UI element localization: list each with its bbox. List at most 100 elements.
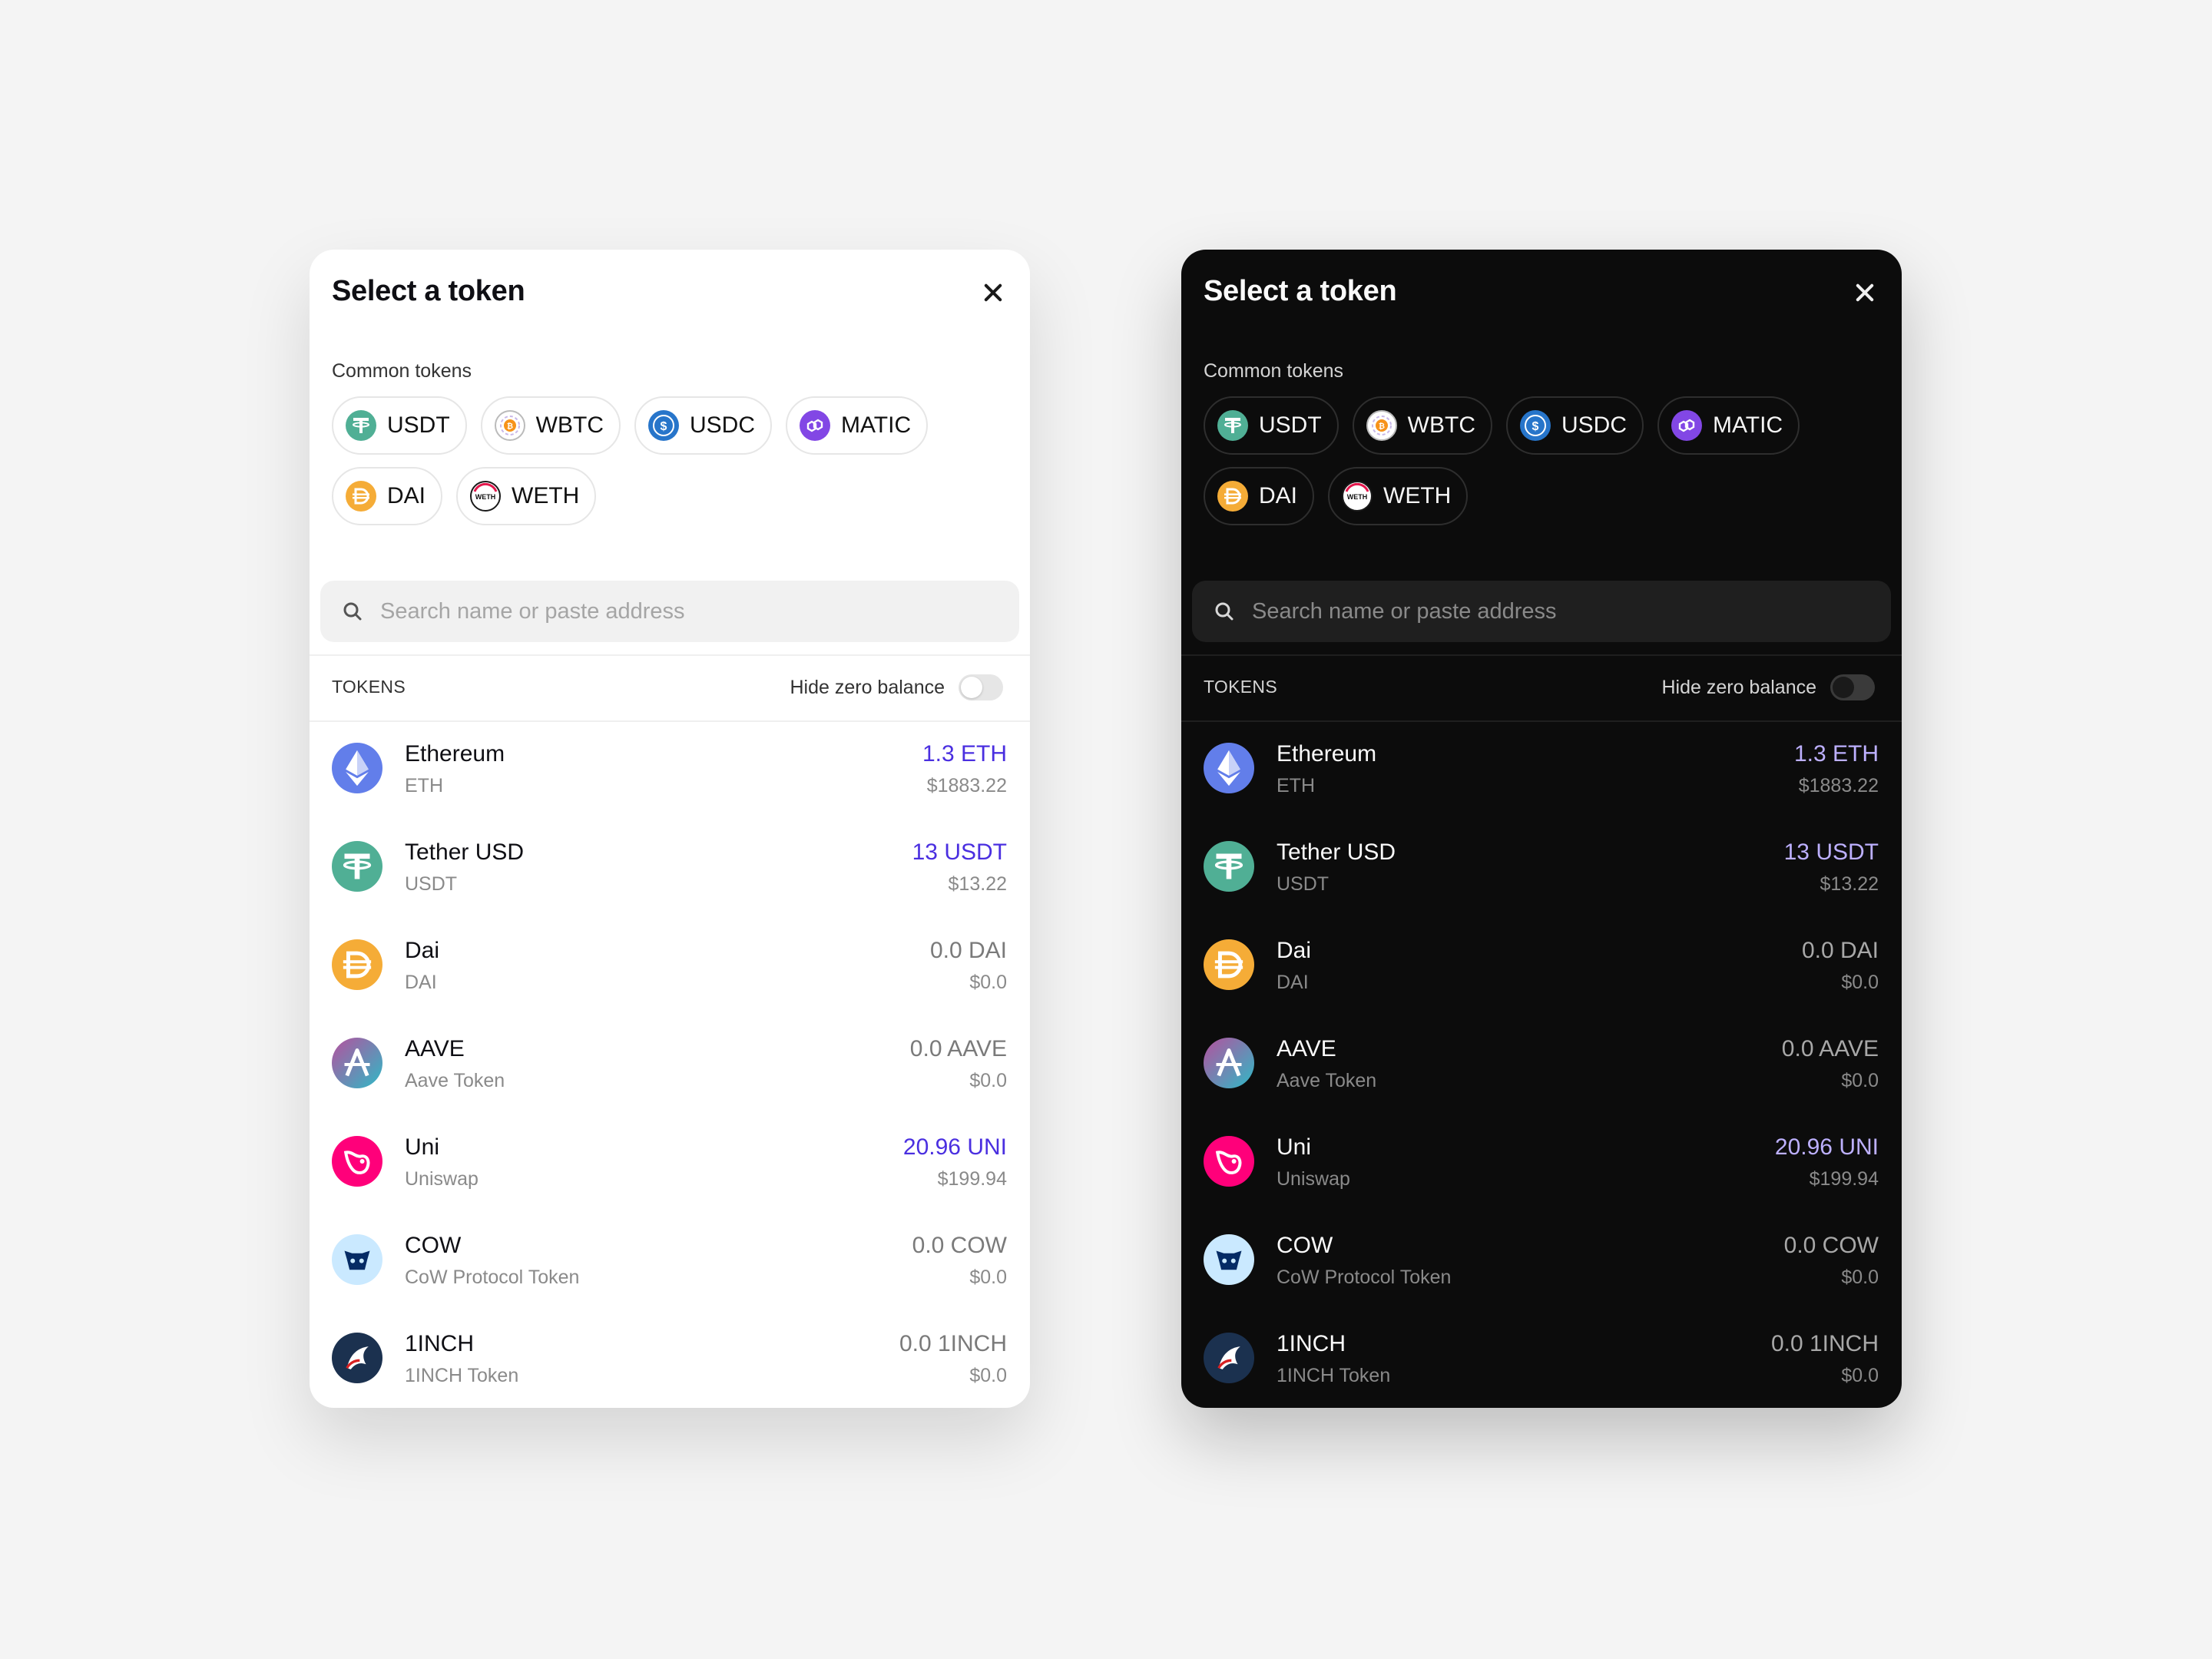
svg-text:₿: ₿: [1379, 422, 1385, 431]
hide-zero-toggle[interactable]: [959, 674, 1003, 700]
token-name: Ethereum: [1277, 741, 1377, 767]
token-name: AAVE: [1277, 1036, 1336, 1061]
common-token-wbtc[interactable]: ₿ WBTC: [1352, 396, 1492, 455]
search-input[interactable]: Search name or paste address: [320, 581, 1019, 642]
wbtc-icon: ₿: [494, 410, 525, 441]
common-token-usdc[interactable]: $ USDC: [1506, 396, 1644, 455]
svg-text:$: $: [1532, 420, 1539, 433]
common-token-label: WETH: [512, 483, 580, 508]
token-row-cow-protocol-token[interactable]: COW CoW Protocol Token 0.0 COW $0.0: [310, 1210, 1030, 1308]
token-symbol: DAI: [405, 972, 437, 993]
token-row-1inch-token[interactable]: 1INCH 1INCH Token 0.0 1INCH $0.0: [1181, 1308, 1902, 1406]
token-name: Ethereum: [405, 741, 505, 767]
token-row-uniswap[interactable]: Uni Uniswap 20.96 UNI $199.94: [310, 1111, 1030, 1210]
token-balance: 0.0 DAI: [929, 938, 1007, 963]
divider: [310, 654, 1030, 656]
common-token-dai[interactable]: DAI: [332, 467, 443, 525]
cow-icon: [332, 1234, 382, 1285]
ethereum-icon: [1204, 743, 1254, 793]
hide-zero-label: Hide zero balance: [1661, 676, 1816, 698]
search-input[interactable]: Search name or paste address: [1192, 581, 1891, 642]
weth-icon: WETH: [1342, 481, 1373, 512]
token-list: Ethereum ETH 1.3 ETH $1883.22 Tether USD USDT…: [310, 718, 1030, 1406]
token-balance: 1.3 ETH: [1793, 741, 1879, 767]
aave-icon: [1204, 1038, 1254, 1088]
common-token-label: USDT: [387, 412, 450, 438]
token-list: Ethereum ETH 1.3 ETH $1883.22 Tether USD USDT…: [1181, 718, 1902, 1406]
matic-icon: [1671, 410, 1703, 441]
common-token-dai[interactable]: DAI: [1204, 467, 1315, 525]
token-name: Dai: [1277, 938, 1312, 963]
common-token-matic[interactable]: MATIC: [786, 396, 929, 455]
token-balance: 13 USDT: [1783, 839, 1879, 865]
token-symbol: CoW Protocol Token: [1277, 1267, 1452, 1288]
token-balance: 0.0 1INCH: [899, 1331, 1007, 1356]
search-icon: [343, 602, 362, 621]
token-symbol: Uniswap: [405, 1168, 478, 1190]
common-token-label: WBTC: [1407, 412, 1475, 438]
token-row-cow-protocol-token[interactable]: COW CoW Protocol Token 0.0 COW $0.0: [1181, 1210, 1902, 1308]
token-row-usdt[interactable]: Tether USD USDT 13 USDT $13.22: [310, 816, 1030, 915]
svg-text:WETH: WETH: [475, 493, 496, 501]
uniswap-icon: [1204, 1136, 1254, 1187]
token-symbol: Aave Token: [1277, 1070, 1377, 1091]
hide-zero-toggle[interactable]: [1830, 674, 1875, 700]
divider: [1181, 654, 1902, 656]
dai-icon: [1217, 481, 1248, 512]
common-token-label: MATIC: [841, 412, 912, 438]
token-row-dai[interactable]: Dai DAI 0.0 DAI $0.0: [1181, 915, 1902, 1013]
search-icon: [1215, 602, 1233, 621]
token-row-aave-token[interactable]: AAVE Aave Token 0.0 AAVE $0.0: [310, 1013, 1030, 1111]
common-token-wbtc[interactable]: ₿ WBTC: [480, 396, 621, 455]
common-tokens-list: USDT ₿ WBTC $ USDC MATIC DAI WETH WETH: [332, 396, 1008, 525]
common-token-usdc[interactable]: $ USDC: [634, 396, 773, 455]
token-balance: 0.0 COW: [912, 1233, 1007, 1258]
dai-icon: [332, 939, 382, 990]
svg-text:$: $: [661, 420, 667, 433]
token-row-1inch-token[interactable]: 1INCH 1INCH Token 0.0 1INCH $0.0: [310, 1308, 1030, 1406]
token-balance: 20.96 UNI: [1774, 1134, 1879, 1160]
token-usd-value: $0.0: [969, 1365, 1007, 1386]
token-row-usdt[interactable]: Tether USD USDT 13 USDT $13.22: [1181, 816, 1902, 915]
tether-icon: [332, 841, 382, 892]
close-icon[interactable]: [982, 282, 1004, 303]
1inch-icon: [1204, 1333, 1254, 1383]
token-row-uniswap[interactable]: Uni Uniswap 20.96 UNI $199.94: [1181, 1111, 1902, 1210]
common-token-label: DAI: [387, 483, 426, 508]
token-balance: 0.0 AAVE: [909, 1036, 1007, 1061]
common-token-label: USDC: [690, 412, 756, 438]
cow-icon: [1204, 1234, 1254, 1285]
aave-icon: [332, 1038, 382, 1088]
token-row-eth[interactable]: Ethereum ETH 1.3 ETH $1883.22: [310, 718, 1030, 816]
common-token-weth[interactable]: WETH WETH: [1328, 467, 1469, 525]
token-balance: 0.0 DAI: [1801, 938, 1879, 963]
search-placeholder: Search name or paste address: [1252, 598, 1557, 624]
ethereum-icon: [332, 743, 382, 793]
tokens-header: TOKENS: [332, 677, 406, 697]
modal-title: Select a token: [332, 275, 525, 307]
token-symbol: CoW Protocol Token: [405, 1267, 580, 1288]
common-token-label: MATIC: [1713, 412, 1783, 438]
token-name: Dai: [405, 938, 440, 963]
close-icon[interactable]: [1854, 282, 1876, 303]
token-row-eth[interactable]: Ethereum ETH 1.3 ETH $1883.22: [1181, 718, 1902, 816]
token-balance: 1.3 ETH: [922, 741, 1007, 767]
common-token-matic[interactable]: MATIC: [1657, 396, 1800, 455]
uniswap-icon: [332, 1136, 382, 1187]
common-token-usdt[interactable]: USDT: [1204, 396, 1339, 455]
token-symbol: USDT: [1277, 873, 1330, 895]
token-row-dai[interactable]: Dai DAI 0.0 DAI $0.0: [310, 915, 1030, 1013]
common-token-usdt[interactable]: USDT: [332, 396, 467, 455]
wbtc-icon: ₿: [1366, 410, 1397, 441]
token-row-aave-token[interactable]: AAVE Aave Token 0.0 AAVE $0.0: [1181, 1013, 1902, 1111]
common-token-weth[interactable]: WETH WETH: [456, 467, 597, 525]
token-select-modal-dark: Select a token Common tokens USDT ₿ WBTC $ U…: [1181, 250, 1902, 1408]
token-name: Tether USD: [1277, 839, 1396, 865]
token-symbol: USDT: [405, 873, 458, 895]
tokens-header: TOKENS: [1204, 677, 1277, 697]
svg-text:₿: ₿: [507, 422, 513, 431]
tether-icon: [346, 410, 376, 441]
token-usd-value: $0.0: [1841, 1267, 1879, 1288]
token-usd-value: $199.94: [937, 1168, 1007, 1190]
token-usd-value: $0.0: [1841, 1070, 1879, 1091]
